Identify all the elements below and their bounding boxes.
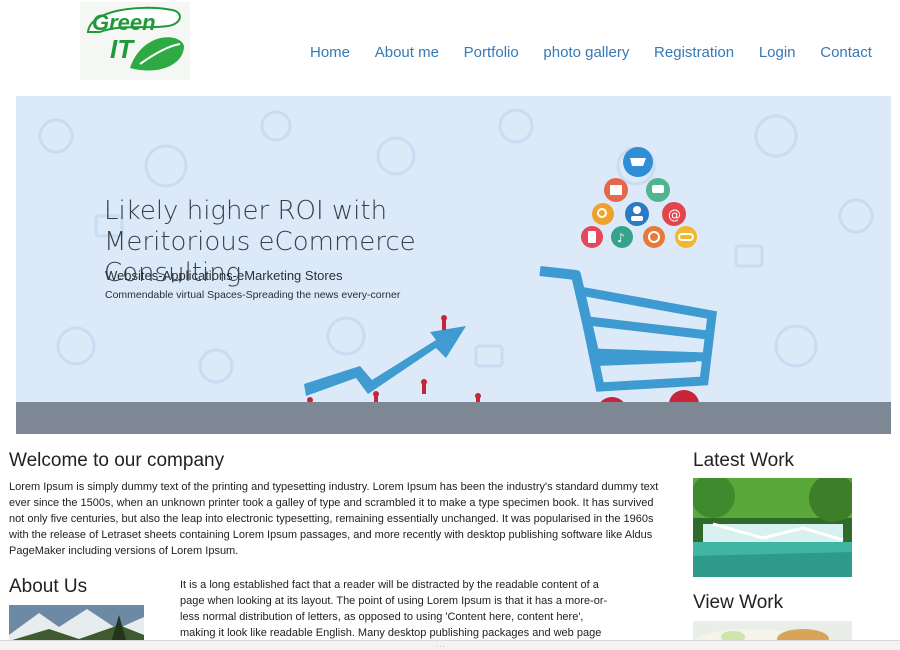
waterfall-photo-icon xyxy=(693,478,852,577)
nav-contact[interactable]: Contact xyxy=(820,44,872,61)
about-title: About Us xyxy=(9,576,88,597)
svg-text:Green: Green xyxy=(92,10,156,35)
link-icon xyxy=(675,226,697,248)
calendar-icon xyxy=(604,178,628,202)
banner-tagline: Commendable virtual Spaces-Spreading the… xyxy=(105,289,401,301)
icon-cluster: @ ♪ xyxy=(581,147,697,248)
latest-work-title: Latest Work xyxy=(693,450,795,471)
user-icon xyxy=(625,202,649,226)
music-icon: ♪ xyxy=(611,226,633,248)
svg-text:@: @ xyxy=(668,208,681,223)
chat-icon xyxy=(646,178,670,202)
banner-subtitle: Websites-Applications-eMarketing Stores xyxy=(105,268,343,283)
nav-photo-gallery[interactable]: photo gallery xyxy=(543,44,629,61)
mobile-icon xyxy=(581,226,603,248)
main-nav: Home About me Portfolio photo gallery Re… xyxy=(310,44,872,61)
cart-icon xyxy=(623,147,653,177)
nav-portfolio[interactable]: Portfolio xyxy=(464,44,519,61)
latest-work-image[interactable] xyxy=(693,478,852,577)
logo[interactable]: Green IT xyxy=(80,2,190,80)
banner-floor xyxy=(16,402,891,434)
window-resize-bar[interactable]: ··· xyxy=(0,640,900,650)
welcome-text: Lorem Ipsum is simply dummy text of the … xyxy=(9,481,659,557)
svg-text:♪: ♪ xyxy=(617,231,625,245)
green-it-logo-icon: Green IT xyxy=(86,6,184,71)
view-work-title: View Work xyxy=(693,592,784,613)
nav-login[interactable]: Login xyxy=(759,44,796,61)
svg-text:IT: IT xyxy=(110,34,135,64)
welcome-title: Welcome to our company xyxy=(9,450,225,471)
main-content: Welcome to our company Lorem Ipsum is si… xyxy=(0,436,900,650)
target-icon xyxy=(643,226,665,248)
resize-grip-icon[interactable]: ··· xyxy=(436,643,446,650)
at-icon: @ xyxy=(662,202,686,226)
nav-about-me[interactable]: About me xyxy=(375,44,439,61)
nav-home[interactable]: Home xyxy=(310,44,350,61)
hero-banner[interactable]: Likely higher ROI with Meritorious eComm… xyxy=(16,96,891,434)
search-icon xyxy=(592,203,614,225)
nav-registration[interactable]: Registration xyxy=(654,44,734,61)
